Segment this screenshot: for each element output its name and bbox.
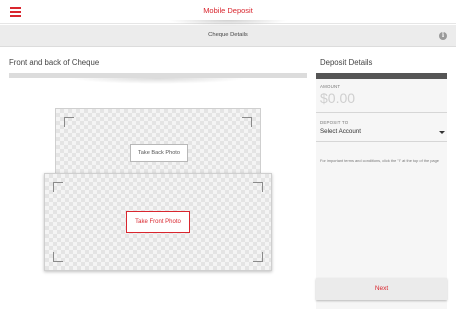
amount-label: AMOUNT	[320, 84, 341, 89]
deposit-details-heading: Deposit Details	[320, 58, 373, 67]
corner-guide	[64, 117, 74, 127]
account-underline	[316, 141, 447, 142]
deposit-details-panel	[316, 79, 447, 309]
terms-note: For important terms and conditions, clic…	[320, 158, 439, 163]
cheque-front-frame: Take Front Photo	[44, 173, 272, 271]
corner-guide	[242, 117, 252, 127]
subheader-shadow	[168, 20, 288, 26]
app-title: Mobile Deposit	[203, 6, 253, 15]
cheque-section-shadow	[70, 78, 246, 84]
amount-underline	[316, 112, 447, 113]
cheque-section-heading: Front and back of Cheque	[9, 58, 100, 67]
account-select[interactable]: Select Account	[320, 126, 446, 138]
page-title: Cheque Details	[208, 32, 248, 38]
corner-guide	[53, 182, 63, 192]
corner-guide	[253, 182, 263, 192]
corner-guide	[53, 252, 63, 262]
next-button[interactable]: Next	[316, 278, 447, 300]
take-front-photo-button[interactable]: Take Front Photo	[126, 211, 190, 233]
cheque-back-frame: Take Back Photo	[55, 108, 261, 178]
take-back-photo-button[interactable]: Take Back Photo	[130, 144, 188, 162]
chevron-down-icon	[439, 131, 445, 134]
info-icon[interactable]: i	[439, 32, 447, 40]
deposit-to-label: DEPOSIT TO	[320, 120, 349, 125]
amount-input[interactable]: $0.00	[320, 90, 443, 110]
account-select-value: Select Account	[320, 128, 361, 135]
corner-guide	[253, 252, 263, 262]
sub-header: Cheque Details i	[0, 25, 456, 47]
